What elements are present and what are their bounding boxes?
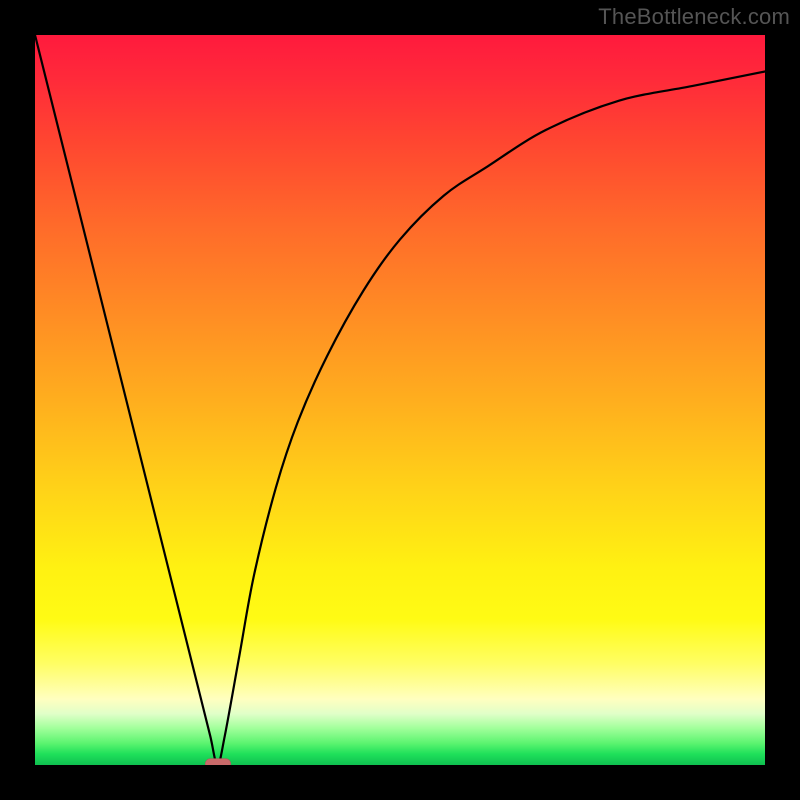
bottleneck-curve-path — [35, 35, 765, 765]
plot-area — [35, 35, 765, 765]
bottleneck-curve — [35, 35, 765, 765]
minimum-marker — [205, 758, 231, 765]
watermark-text: TheBottleneck.com — [598, 4, 790, 30]
chart-frame: TheBottleneck.com — [0, 0, 800, 800]
